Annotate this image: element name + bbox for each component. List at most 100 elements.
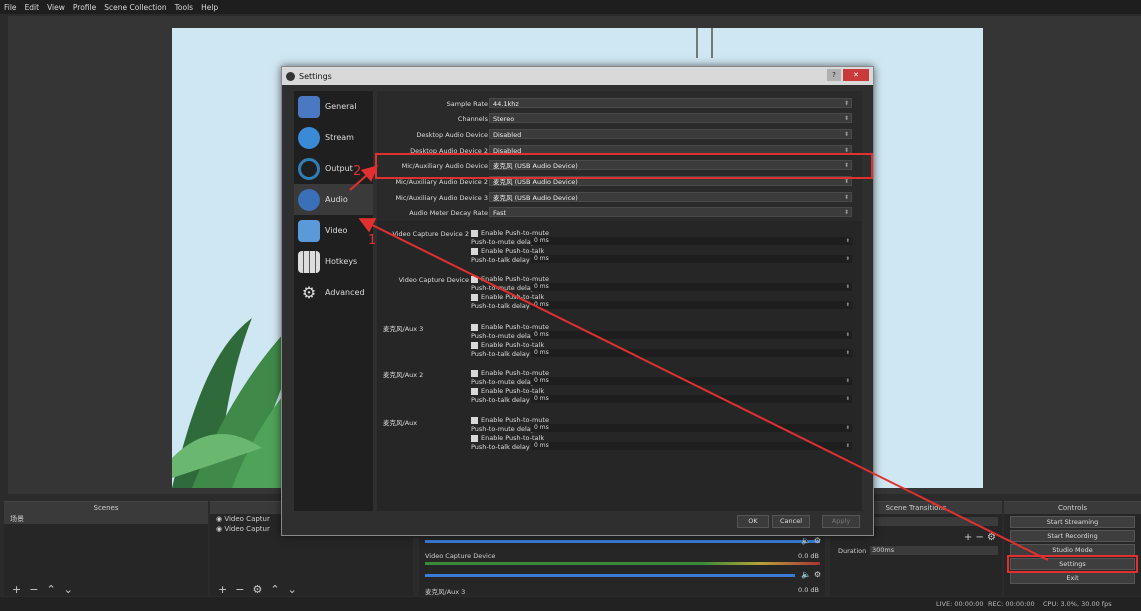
gears-icon: ⚙: [301, 282, 317, 302]
nav-advanced[interactable]: ⚙ Advanced: [294, 277, 373, 308]
ptt-checkbox[interactable]: Enable Push-to-talk: [471, 341, 544, 349]
spin-icon[interactable]: ⬍: [846, 395, 850, 403]
ptm-delay-label: Push-to-mute delay: [471, 238, 535, 246]
ptm-checkbox[interactable]: Enable Push-to-mute: [471, 369, 549, 377]
move-up-icon[interactable]: ⌃: [270, 583, 279, 596]
duration-input[interactable]: 300ms: [870, 546, 998, 555]
hotkeys-subpanel: [377, 221, 862, 511]
source-label: Video Captur: [224, 515, 270, 523]
ptt-delay-label: Push-to-talk delay: [471, 302, 530, 310]
menu-help[interactable]: Help: [197, 3, 222, 12]
start-streaming-button[interactable]: Start Streaming: [1010, 516, 1135, 528]
spin-icon[interactable]: ⬍: [846, 349, 850, 357]
add-icon[interactable]: +: [964, 532, 972, 543]
setting-row: Channels Stereo ⬍: [377, 113, 852, 124]
ptt-delay-label: Push-to-talk delay: [471, 350, 530, 358]
ptt-checkbox[interactable]: Enable Push-to-talk: [471, 293, 544, 301]
add-icon[interactable]: +: [218, 583, 227, 596]
gear-icon[interactable]: ⚙: [814, 570, 821, 579]
gear-icon[interactable]: ⚙: [814, 536, 821, 545]
move-down-icon[interactable]: ⌄: [288, 583, 297, 596]
spin-icon[interactable]: ⬍: [846, 255, 850, 263]
scene-item[interactable]: 场景: [4, 514, 208, 524]
ptt-delay-spinbox[interactable]: 0 ms ⬍: [531, 255, 852, 263]
chevron-icon: ⬍: [843, 194, 849, 201]
spin-icon[interactable]: ⬍: [846, 301, 850, 309]
move-up-icon[interactable]: ⌃: [46, 583, 55, 596]
setting-row: Mic/Auxiliary Audio Device 3 麦克风 (USB Aud…: [377, 192, 852, 203]
spin-icon[interactable]: ⬍: [846, 377, 850, 385]
gear-icon[interactable]: ⚙: [252, 583, 262, 596]
close-button[interactable]: ✕: [843, 69, 869, 81]
start-recording-button[interactable]: Start Recording: [1010, 530, 1135, 542]
ptt-delay-spinbox[interactable]: 0 ms ⬍: [531, 395, 852, 403]
spin-icon[interactable]: ⬍: [846, 331, 850, 339]
menu-file[interactable]: File: [0, 3, 21, 12]
channels-select[interactable]: Stereo ⬍: [489, 113, 852, 123]
ptm-checkbox[interactable]: Enable Push-to-mute: [471, 416, 549, 424]
cancel-button[interactable]: Cancel: [772, 515, 810, 528]
ptm-delay-spinbox[interactable]: 0 ms ⬍: [531, 283, 852, 291]
volume-slider[interactable]: [425, 574, 795, 577]
settings-button[interactable]: Settings: [1007, 555, 1138, 573]
ok-button[interactable]: OK: [737, 515, 769, 528]
ptt-delay-spinbox[interactable]: 0 ms ⬍: [531, 442, 852, 450]
remove-icon[interactable]: −: [235, 583, 244, 596]
desktop-audio-select[interactable]: Disabled ⬍: [489, 129, 852, 139]
apply-button[interactable]: Apply: [822, 515, 860, 528]
remove-icon[interactable]: −: [29, 583, 38, 596]
output-icon: [298, 157, 320, 180]
speaker-icon[interactable]: 🔈: [801, 536, 811, 545]
ptt-delay-spinbox[interactable]: 0 ms ⬍: [531, 349, 852, 357]
globe-icon: [298, 126, 320, 149]
ptm-delay-spinbox[interactable]: 0 ms ⬍: [531, 237, 852, 245]
mic-aux-3-select[interactable]: 麦克风 (USB Audio Device) ⬍: [489, 192, 852, 202]
spin-icon[interactable]: ⬍: [846, 283, 850, 291]
ptt-checkbox[interactable]: Enable Push-to-talk: [471, 434, 544, 442]
ptm-checkbox[interactable]: Enable Push-to-mute: [471, 323, 549, 331]
chevron-icon: ⬍: [843, 131, 849, 138]
hotkey-group-label: 麦克风/Aux 2: [383, 371, 424, 379]
menu-view[interactable]: View: [43, 3, 69, 12]
move-down-icon[interactable]: ⌄: [64, 583, 73, 596]
gear-icon[interactable]: ⚙: [987, 532, 996, 543]
studio-mode-button[interactable]: Studio Mode: [1010, 544, 1135, 556]
nav-general[interactable]: General: [294, 91, 373, 122]
ptm-checkbox[interactable]: Enable Push-to-mute: [471, 275, 549, 283]
ptm-delay-spinbox[interactable]: 0 ms ⬍: [531, 331, 852, 339]
nav-audio[interactable]: Audio: [294, 184, 373, 215]
spin-icon[interactable]: ⬍: [846, 442, 850, 450]
spin-icon[interactable]: ⬍: [846, 237, 850, 245]
nav-video[interactable]: Video: [294, 215, 373, 246]
ptt-delay-spinbox[interactable]: 0 ms ⬍: [531, 301, 852, 309]
nav-hotkeys[interactable]: Hotkeys: [294, 246, 373, 277]
volume-slider[interactable]: [425, 540, 820, 543]
ptt-checkbox[interactable]: Enable Push-to-talk: [471, 247, 544, 255]
setting-row: Desktop Audio Device Disabled ⬍: [377, 129, 852, 140]
meter-decay-select[interactable]: Fast ⬍: [489, 207, 852, 217]
add-icon[interactable]: +: [12, 583, 21, 596]
menu-profile[interactable]: Profile: [69, 3, 100, 12]
spin-icon[interactable]: ⬍: [846, 424, 850, 432]
menu-scene-collection[interactable]: Scene Collection: [100, 3, 170, 12]
ptm-checkbox[interactable]: Enable Push-to-mute: [471, 229, 549, 237]
ptm-delay-spinbox[interactable]: 0 ms ⬍: [531, 424, 852, 432]
sample-rate-select[interactable]: 44.1khz ⬍: [489, 98, 852, 108]
source-label: Video Captur: [224, 525, 270, 533]
audio-meter: [425, 562, 820, 565]
ptt-delay-label: Push-to-talk delay: [471, 396, 530, 404]
ptm-delay-label: Push-to-mute delay: [471, 284, 535, 292]
speaker-icon[interactable]: 🔈: [801, 570, 811, 579]
ptm-delay-spinbox[interactable]: 0 ms ⬍: [531, 377, 852, 385]
chevron-icon: ⬍: [843, 100, 849, 107]
ptt-checkbox[interactable]: Enable Push-to-talk: [471, 387, 544, 395]
hotkey-group-label: Video Capture Device 2: [392, 230, 469, 238]
nav-stream[interactable]: Stream: [294, 122, 373, 153]
cpu-usage: CPU: 3.0%, 30.00 fps: [1043, 600, 1112, 608]
exit-button[interactable]: Exit: [1010, 572, 1135, 584]
live-timer: LIVE: 00:00:00: [936, 600, 984, 608]
help-button[interactable]: ?: [827, 69, 841, 81]
remove-icon[interactable]: −: [975, 532, 983, 543]
menu-tools[interactable]: Tools: [171, 3, 197, 12]
menu-edit[interactable]: Edit: [21, 3, 44, 12]
